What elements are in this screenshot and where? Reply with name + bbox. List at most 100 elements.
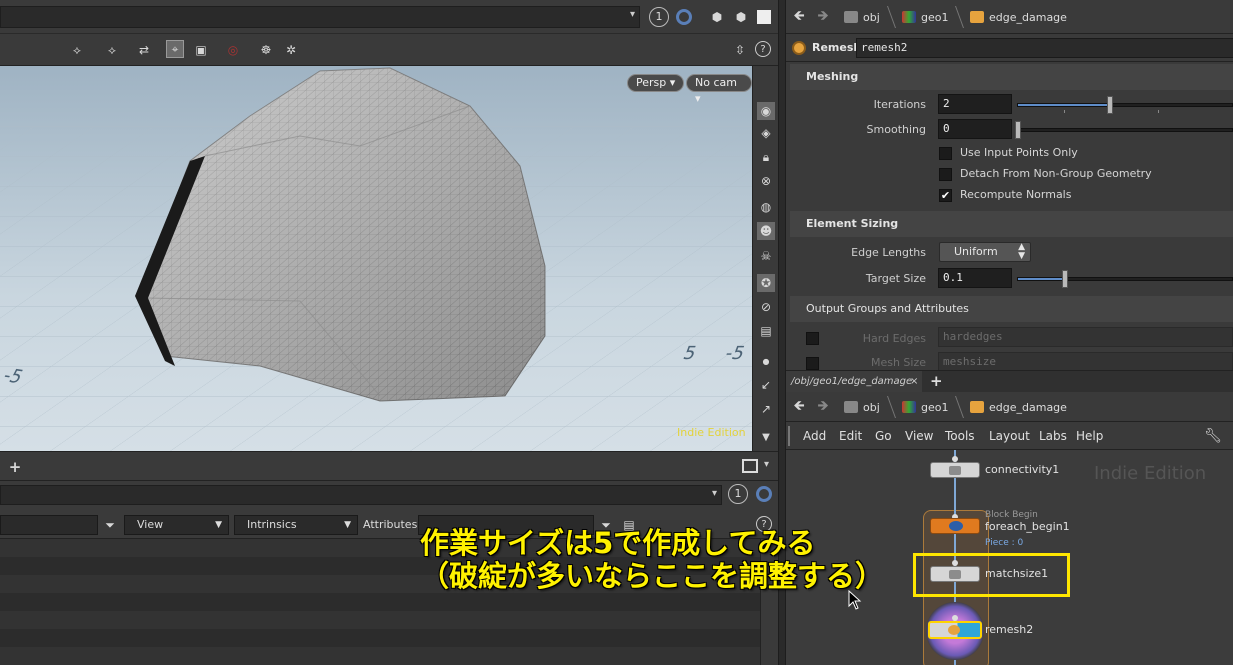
edge-lengths-label: Edge Lengths	[851, 246, 926, 259]
iterations-field[interactable]: 2	[938, 94, 1012, 114]
menu-add[interactable]: Add	[803, 429, 826, 443]
scene-path-field[interactable]: ▾	[0, 6, 640, 28]
spreadsheet-node-field[interactable]	[0, 515, 98, 535]
iterations-label: Iterations	[873, 98, 926, 111]
add-tab-icon[interactable]: +	[930, 372, 943, 390]
target-size-slider[interactable]	[1017, 270, 1233, 288]
breadcrumb-edge-damage[interactable]: edge_damage	[970, 396, 1067, 418]
target-size-slider-knob[interactable]	[1062, 270, 1068, 288]
shading-icon[interactable]: ◈	[757, 124, 775, 142]
network-tab[interactable]: /obj/geo1/edge_damage ×	[786, 371, 922, 393]
smoothing-slider[interactable]	[1015, 121, 1233, 139]
use-input-points-checkbox[interactable]	[939, 147, 952, 160]
menu-tools[interactable]: Tools	[945, 429, 975, 443]
iterations-slider[interactable]	[1017, 96, 1233, 114]
handle-icon[interactable]: ⇄	[135, 41, 153, 59]
slider-tick	[1158, 110, 1159, 113]
hard-edges-field[interactable]: hardedges	[938, 327, 1233, 347]
breadcrumb-label: edge_damage	[989, 10, 1067, 24]
link-number-badge[interactable]: 1	[649, 7, 669, 27]
menu-go[interactable]: Go	[875, 429, 892, 443]
menu-help[interactable]: Help	[1076, 429, 1103, 443]
light-icon[interactable]: ⊗	[757, 172, 775, 190]
output-groups-section-header[interactable]: Output Groups and Attributes	[790, 296, 1233, 322]
target-size-field[interactable]: 0.1	[938, 268, 1012, 288]
template-icon[interactable]: ✪	[757, 274, 775, 292]
display-flags-icon[interactable]: ⇳	[731, 41, 749, 59]
select-tool-icon[interactable]: ⟡	[68, 41, 86, 59]
snap-icon[interactable]: ⌖	[166, 40, 184, 58]
breadcrumb-obj[interactable]: obj	[844, 6, 880, 28]
target-size-label: Target Size	[865, 272, 926, 285]
checkmark-icon: ✔	[940, 189, 951, 202]
maximize-icon[interactable]	[757, 10, 771, 24]
camera-icon[interactable]: ▣	[192, 41, 210, 59]
visibility-icon[interactable]: ⊘	[757, 298, 775, 316]
meshing-section-header[interactable]: Meshing	[790, 64, 1233, 90]
3d-viewport[interactable]: 5 -5 -5 Persp ▾ No cam ▾ Indie Edition	[0, 66, 752, 451]
cube-icon[interactable]: ⬢	[708, 8, 726, 26]
wand-icon[interactable]: ↙	[757, 376, 775, 394]
smoothing-label: Smoothing	[866, 123, 926, 136]
breadcrumb-geo1[interactable]: geo1	[902, 396, 948, 418]
pane-layout-icon[interactable]	[742, 459, 758, 473]
display-options-icon[interactable]: ⬢	[732, 8, 750, 26]
detach-non-group-checkbox[interactable]	[939, 168, 952, 181]
transform-icon[interactable]: ⟡	[103, 41, 121, 59]
spreadsheet-path-field[interactable]: ▾	[0, 485, 722, 505]
remesh-node[interactable]	[928, 621, 982, 639]
edge-lengths-menu[interactable]: Uniform ▲ ▼	[939, 242, 1031, 262]
close-tab-icon[interactable]: ×	[910, 371, 918, 393]
menu-labs[interactable]: Labs	[1039, 429, 1067, 443]
menu-layout[interactable]: Layout	[989, 429, 1030, 443]
menu-view[interactable]: View	[905, 429, 933, 443]
link-number-badge[interactable]: 1	[728, 484, 748, 504]
element-sizing-section-header[interactable]: Element Sizing	[790, 211, 1233, 237]
record-icon[interactable]: ◎	[224, 41, 242, 59]
wrench-icon[interactable]: 🔧︎	[1204, 427, 1222, 445]
settings-icon[interactable]: ✲	[282, 41, 300, 59]
back-icon[interactable]: 🡸	[790, 8, 808, 26]
edge-lengths-value: Uniform	[954, 245, 998, 258]
dot-icon[interactable]: ●	[757, 352, 775, 370]
mouse-cursor-icon	[848, 590, 862, 610]
forward-icon[interactable]: 🡺	[814, 8, 832, 26]
filter-icon[interactable]: ⏷	[101, 516, 119, 534]
node-name-field[interactable]: remesh2	[856, 38, 1233, 58]
sphere-icon[interactable]: ◍	[757, 198, 775, 216]
pin-icon[interactable]	[756, 486, 772, 502]
camera-menu[interactable]: No cam ▾	[686, 74, 752, 105]
lock-icon[interactable]: 🔒︎	[757, 148, 775, 166]
ghost-icon[interactable]: ☻	[757, 222, 775, 240]
breadcrumb-edge-damage[interactable]: edge_damage	[970, 6, 1067, 28]
back-icon[interactable]: 🡸	[790, 398, 808, 416]
breadcrumb-geo1[interactable]: geo1	[902, 6, 948, 28]
forward-icon[interactable]: 🡺	[814, 398, 832, 416]
smoothing-field[interactable]: 0	[938, 119, 1012, 139]
add-tab-icon[interactable]: +	[6, 458, 24, 476]
indie-edition-watermark: Indie Edition	[677, 426, 746, 439]
help-icon[interactable]: ?	[755, 41, 771, 57]
smoothing-slider-knob[interactable]	[1015, 121, 1021, 139]
pin-icon[interactable]	[676, 9, 692, 25]
iterations-slider-knob[interactable]	[1107, 96, 1113, 114]
snapshot-icon[interactable]: ▤	[757, 322, 775, 340]
eye-icon[interactable]: ◉	[757, 102, 775, 120]
pick-icon[interactable]: ↗	[757, 400, 775, 418]
mesh-size-field[interactable]: meshsize	[938, 352, 1233, 370]
connectivity-node[interactable]	[930, 462, 980, 478]
skull-icon[interactable]: ☠	[757, 247, 775, 265]
chevron-down-icon[interactable]: ▾	[630, 9, 635, 20]
foreach-begin-node[interactable]	[930, 518, 980, 534]
intrinsics-dropdown[interactable]: Intrinsics ▼	[234, 515, 358, 535]
viewport-side-toolbar: ◉ ◈ 🔒︎ ⊗ ◍ ☻ ☠ ✪ ⊘ ▤ ● ↙ ↗ ▼	[752, 66, 778, 451]
render-icon[interactable]: ☸	[257, 41, 275, 59]
breadcrumb-obj[interactable]: obj	[844, 396, 880, 418]
scroll-down-icon[interactable]: ▼	[757, 428, 775, 446]
view-dropdown[interactable]: View ▼	[124, 515, 229, 535]
chevron-down-icon[interactable]: ▾	[712, 488, 717, 499]
chevron-down-icon[interactable]: ▾	[764, 459, 769, 470]
persp-view-menu[interactable]: Persp ▾	[627, 74, 685, 92]
menu-edit[interactable]: Edit	[839, 429, 862, 443]
recompute-normals-checkbox[interactable]: ✔	[939, 189, 952, 202]
